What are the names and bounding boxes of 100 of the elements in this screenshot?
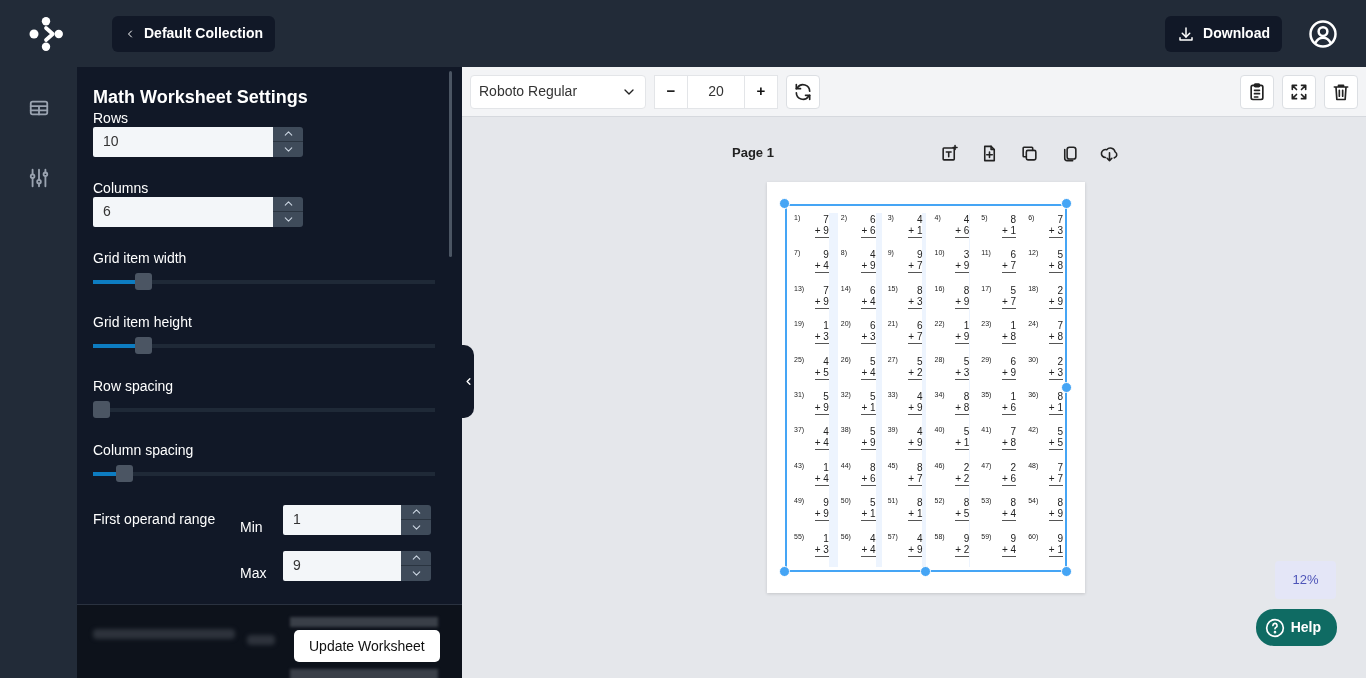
resize-handle[interactable]: [1061, 382, 1072, 393]
collapse-button[interactable]: [462, 345, 474, 418]
resize-handle[interactable]: [920, 566, 931, 577]
operand: 6: [916, 320, 923, 332]
operand: + 1: [1001, 225, 1017, 238]
operand: + 9: [814, 225, 829, 238]
slider-label: Column spacing: [93, 440, 195, 459]
font-size-field[interactable]: 20: [688, 74, 744, 109]
resize-handle[interactable]: [1061, 198, 1072, 209]
clipboard-icon: [1247, 81, 1267, 102]
update-button[interactable]: Update Worksheet: [294, 630, 440, 662]
slider-thumb[interactable]: [115, 464, 133, 482]
download-button[interactable]: Download: [1165, 15, 1282, 52]
copy-icon[interactable]: [1019, 143, 1039, 163]
operand: 8: [1057, 497, 1063, 509]
operand: + 6: [861, 472, 876, 486]
operand: + 9: [814, 508, 829, 522]
operand: 8: [916, 284, 923, 296]
operand: 8: [916, 461, 923, 473]
operand: 5: [870, 497, 876, 509]
operand: + 4: [861, 543, 876, 557]
operand: + 1: [1048, 543, 1063, 557]
operand: + 3: [861, 331, 876, 345]
operand: + 3: [1048, 225, 1063, 238]
delete-button[interactable]: [1324, 74, 1358, 109]
operand: 6: [1010, 355, 1017, 367]
operand: + 9: [1001, 366, 1017, 380]
slider-thumb[interactable]: [135, 272, 153, 290]
operand: 4: [823, 426, 829, 438]
operand: + 1: [955, 437, 970, 451]
operand: 1: [823, 320, 829, 332]
number-field[interactable]: 10: [93, 126, 273, 157]
operand: 2: [1057, 284, 1063, 296]
fullscreen-button[interactable]: [1282, 74, 1316, 109]
operand: + 8: [1001, 331, 1017, 345]
back-button[interactable]: Default Collection: [112, 15, 275, 52]
operand: 4: [916, 532, 923, 544]
operand: + 5: [1048, 437, 1063, 451]
page-title: Page 1: [732, 144, 775, 163]
operand: 5: [1010, 284, 1017, 296]
number-field[interactable]: 1: [283, 504, 401, 535]
operand: 6: [870, 284, 876, 296]
operand: + 3: [814, 331, 829, 345]
slider-thumb[interactable]: [93, 400, 110, 418]
operand: 5: [963, 426, 970, 438]
resize-handle[interactable]: [1061, 566, 1072, 577]
decrease-button[interactable]: −: [654, 74, 688, 109]
resize-handle[interactable]: [779, 566, 790, 577]
operand: + 9: [814, 295, 829, 309]
scrollbar-thumb[interactable]: [449, 71, 452, 257]
operand: + 1: [1048, 401, 1063, 415]
operand: + 6: [1001, 472, 1017, 486]
operand: 7: [823, 214, 829, 225]
zoom-level: 12%: [1275, 561, 1336, 599]
add-text-icon[interactable]: [939, 143, 959, 163]
download-icon: [1177, 24, 1196, 43]
operand: 6: [1010, 249, 1017, 261]
increase-button[interactable]: +: [744, 74, 778, 109]
operand: + 8: [1001, 437, 1017, 451]
number-field[interactable]: 6: [93, 196, 273, 227]
operand: + 3: [814, 543, 829, 557]
slider-label: Grid item width: [93, 248, 188, 267]
field-label: Rows: [93, 108, 129, 127]
operand: 8: [963, 390, 970, 402]
sliders-icon[interactable]: [27, 167, 50, 189]
operand: 9: [916, 249, 923, 261]
slider-label: Grid item height: [93, 312, 193, 331]
operand: 5: [916, 355, 923, 367]
logo-icon[interactable]: [28, 15, 64, 52]
number-field[interactable]: 9: [283, 550, 401, 581]
operand: + 9: [861, 437, 876, 451]
operand: 5: [870, 390, 876, 402]
expand-icon: [1289, 81, 1309, 102]
operand: 4: [916, 426, 923, 438]
slider-thumb[interactable]: [135, 336, 153, 354]
operand: + 8: [1048, 260, 1063, 274]
operand: + 9: [908, 401, 923, 415]
operand: 1: [1010, 320, 1017, 332]
operand: + 9: [814, 401, 829, 415]
help-button[interactable]: Help: [1255, 609, 1337, 646]
operand: 4: [963, 214, 970, 225]
operand: 9: [823, 497, 829, 509]
operand: + 7: [1001, 295, 1017, 309]
operand: 9: [963, 532, 970, 544]
font-dropdown[interactable]: Roboto Regular: [470, 74, 646, 109]
operand: + 8: [955, 401, 970, 415]
operand: 5: [870, 355, 876, 367]
operand: + 9: [1048, 508, 1063, 522]
operand: + 4: [814, 472, 829, 486]
operand: 5: [870, 426, 876, 438]
operand: 4: [870, 532, 876, 544]
resize-handle[interactable]: [779, 198, 790, 209]
operand: 1: [1010, 390, 1017, 402]
user-icon[interactable]: [1308, 18, 1338, 49]
operand: + 4: [861, 295, 876, 309]
slider-label: Row spacing: [93, 376, 175, 395]
operand: 7: [823, 284, 829, 296]
operand: + 1: [908, 225, 923, 238]
clipboard-button[interactable]: [1240, 74, 1274, 109]
refresh-button[interactable]: [786, 74, 820, 109]
